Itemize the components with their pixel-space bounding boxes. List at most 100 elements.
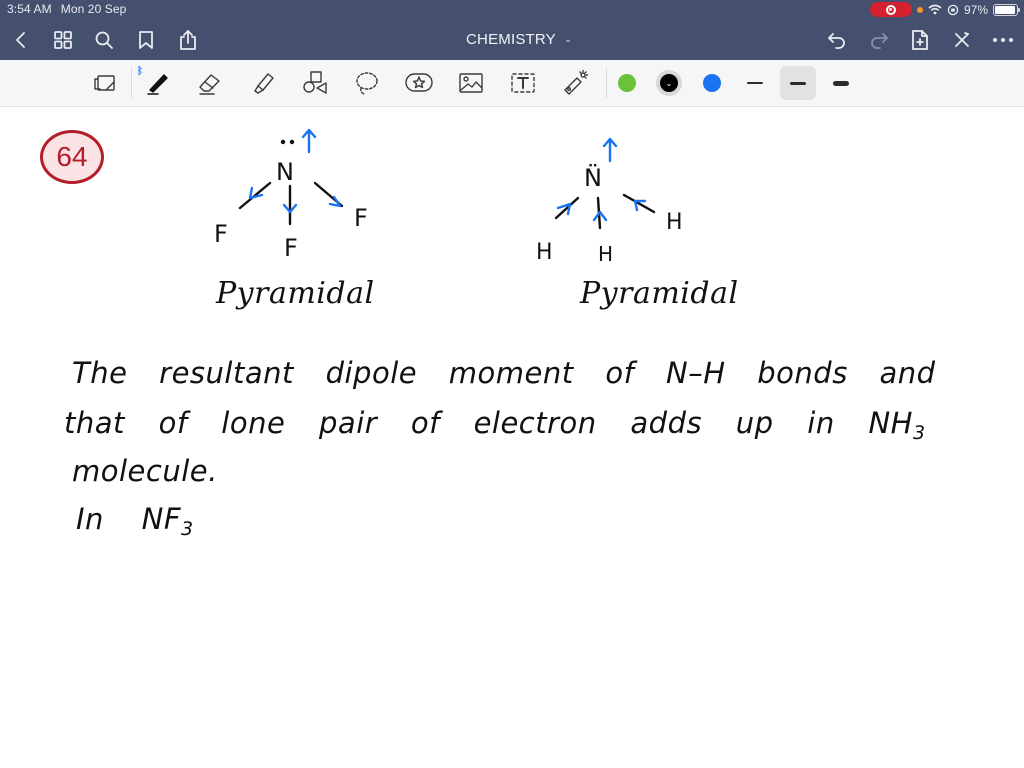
n-h-bond xyxy=(622,193,656,214)
nh3-structure xyxy=(554,137,656,230)
undo-button[interactable] xyxy=(824,27,850,53)
document-title: CHEMISTRY xyxy=(466,31,556,48)
elements-icon xyxy=(405,73,433,92)
screen-record-icon xyxy=(885,4,896,15)
toolbar-divider xyxy=(131,68,132,98)
note-text-line-4-body: In NF xyxy=(76,502,182,536)
image-tool[interactable] xyxy=(453,66,489,100)
orientation-dot-icon xyxy=(916,6,923,13)
share-button[interactable] xyxy=(175,27,201,53)
dipole-arrow xyxy=(592,210,608,222)
note-text-line-2-body: that of lone pair of electron adds up in… xyxy=(64,406,913,440)
back-button[interactable] xyxy=(8,27,34,53)
nh3-shape-caption: Pyramidal xyxy=(580,276,739,311)
selected-color-ring: ⌄ xyxy=(656,70,682,96)
question-number: 64 xyxy=(56,141,88,172)
status-time: 3:54 AM xyxy=(7,2,52,16)
add-page-button[interactable] xyxy=(907,27,933,53)
battery-icon xyxy=(993,3,1020,16)
blue-swatch xyxy=(703,74,721,92)
text-tool[interactable] xyxy=(505,66,541,100)
close-toolbar-icon xyxy=(955,32,969,47)
thick-stroke-icon xyxy=(833,80,849,86)
dipole-arrow xyxy=(556,202,572,216)
shapes-tool[interactable] xyxy=(297,66,333,100)
nh3-ligand: H xyxy=(536,240,553,265)
drawing-toolbar: ⌄ xyxy=(0,60,1024,107)
lasso-tool[interactable] xyxy=(349,66,385,100)
note-text-line-1: The resultant dipole moment of N–H bonds… xyxy=(72,356,936,390)
green-swatch xyxy=(618,74,636,92)
battery-level xyxy=(995,5,1016,14)
pen-icon xyxy=(147,74,168,95)
image-icon xyxy=(459,73,483,93)
note-text-line-3: molecule. xyxy=(72,454,218,488)
bluetooth-pencil-icon: ᛒ xyxy=(137,66,143,77)
subscript-3: 3 xyxy=(181,518,194,540)
black-swatch: ⌄ xyxy=(660,74,678,92)
highlighter-tool[interactable] xyxy=(245,66,281,100)
highlighter-icon xyxy=(254,73,274,94)
color-swatch-blue[interactable] xyxy=(694,66,730,100)
nf3-shape-caption: Pyramidal xyxy=(216,276,375,311)
undo-icon xyxy=(828,33,845,49)
dipole-arrow-up xyxy=(602,137,618,163)
nf3-central-atom: N xyxy=(276,158,294,186)
n-f-bond xyxy=(238,181,272,210)
search-button[interactable] xyxy=(91,27,117,53)
nf3-ligand: F xyxy=(214,220,228,248)
grid-icon xyxy=(54,31,72,49)
color-swatch-green[interactable] xyxy=(609,66,645,100)
share-icon xyxy=(180,30,196,50)
status-clock: 3:54 AM Mon 20 Sep xyxy=(7,2,135,16)
bookmark-icon xyxy=(139,31,153,49)
status-indicators: 97% xyxy=(869,2,1020,17)
thin-stroke-icon xyxy=(747,82,763,84)
n-h-bond xyxy=(554,196,580,220)
medium-stroke-icon xyxy=(790,81,806,85)
more-button[interactable] xyxy=(990,27,1016,53)
nh3-ligand: H xyxy=(598,242,614,266)
nf3-ligand: F xyxy=(354,204,368,232)
top-bar: 3:54 AM Mon 20 Sep 97% CHEMISTRY ⌄ xyxy=(0,0,1024,60)
redo-button[interactable] xyxy=(866,27,892,53)
redo-icon xyxy=(871,33,888,49)
laser-pointer-icon xyxy=(564,70,589,95)
eraser-icon xyxy=(199,74,220,95)
pen-tool[interactable] xyxy=(139,66,175,100)
elements-tool[interactable] xyxy=(401,66,437,100)
eraser-tool[interactable] xyxy=(192,66,228,100)
stroke-medium[interactable] xyxy=(780,66,816,100)
note-text-line-2: that of lone pair of electron adds up in… xyxy=(64,406,926,444)
shapes-icon xyxy=(303,71,327,94)
more-icon xyxy=(993,38,1013,42)
bookmark-button[interactable] xyxy=(133,27,159,53)
chevron-down-icon: ⌄ xyxy=(563,34,573,45)
close-toolbar-button[interactable] xyxy=(949,27,975,53)
toolbar-divider xyxy=(606,68,607,98)
thumbnails-button[interactable] xyxy=(50,27,76,53)
screen-record-indicator[interactable] xyxy=(869,2,912,17)
stroke-thick[interactable] xyxy=(823,66,859,100)
chevron-down-icon: ⌄ xyxy=(665,78,673,88)
back-icon xyxy=(16,32,25,48)
n-h-bond xyxy=(596,196,602,230)
document-title-button[interactable]: CHEMISTRY ⌄ xyxy=(466,31,572,48)
read-only-mode-button[interactable] xyxy=(86,66,122,100)
lone-pair-dot xyxy=(280,139,286,145)
dipole-arrow-up xyxy=(301,128,317,154)
n-f-bond xyxy=(313,181,344,208)
note-canvas[interactable]: 64 N F F F Pyramidal N̈ H H H Pyramidal … xyxy=(0,108,1024,768)
stroke-thin[interactable] xyxy=(737,66,773,100)
lasso-icon xyxy=(356,72,378,95)
search-icon xyxy=(95,31,113,49)
lone-pair-dot xyxy=(289,139,295,145)
add-page-icon xyxy=(912,30,928,50)
question-number-badge: 64 xyxy=(40,130,104,184)
wifi-icon xyxy=(928,4,942,15)
dipole-arrow xyxy=(328,195,342,208)
color-swatch-black[interactable]: ⌄ xyxy=(651,66,687,100)
read-only-icon xyxy=(94,75,115,91)
nh3-ligand: H xyxy=(666,210,683,235)
laser-pointer-tool[interactable] xyxy=(557,66,593,100)
